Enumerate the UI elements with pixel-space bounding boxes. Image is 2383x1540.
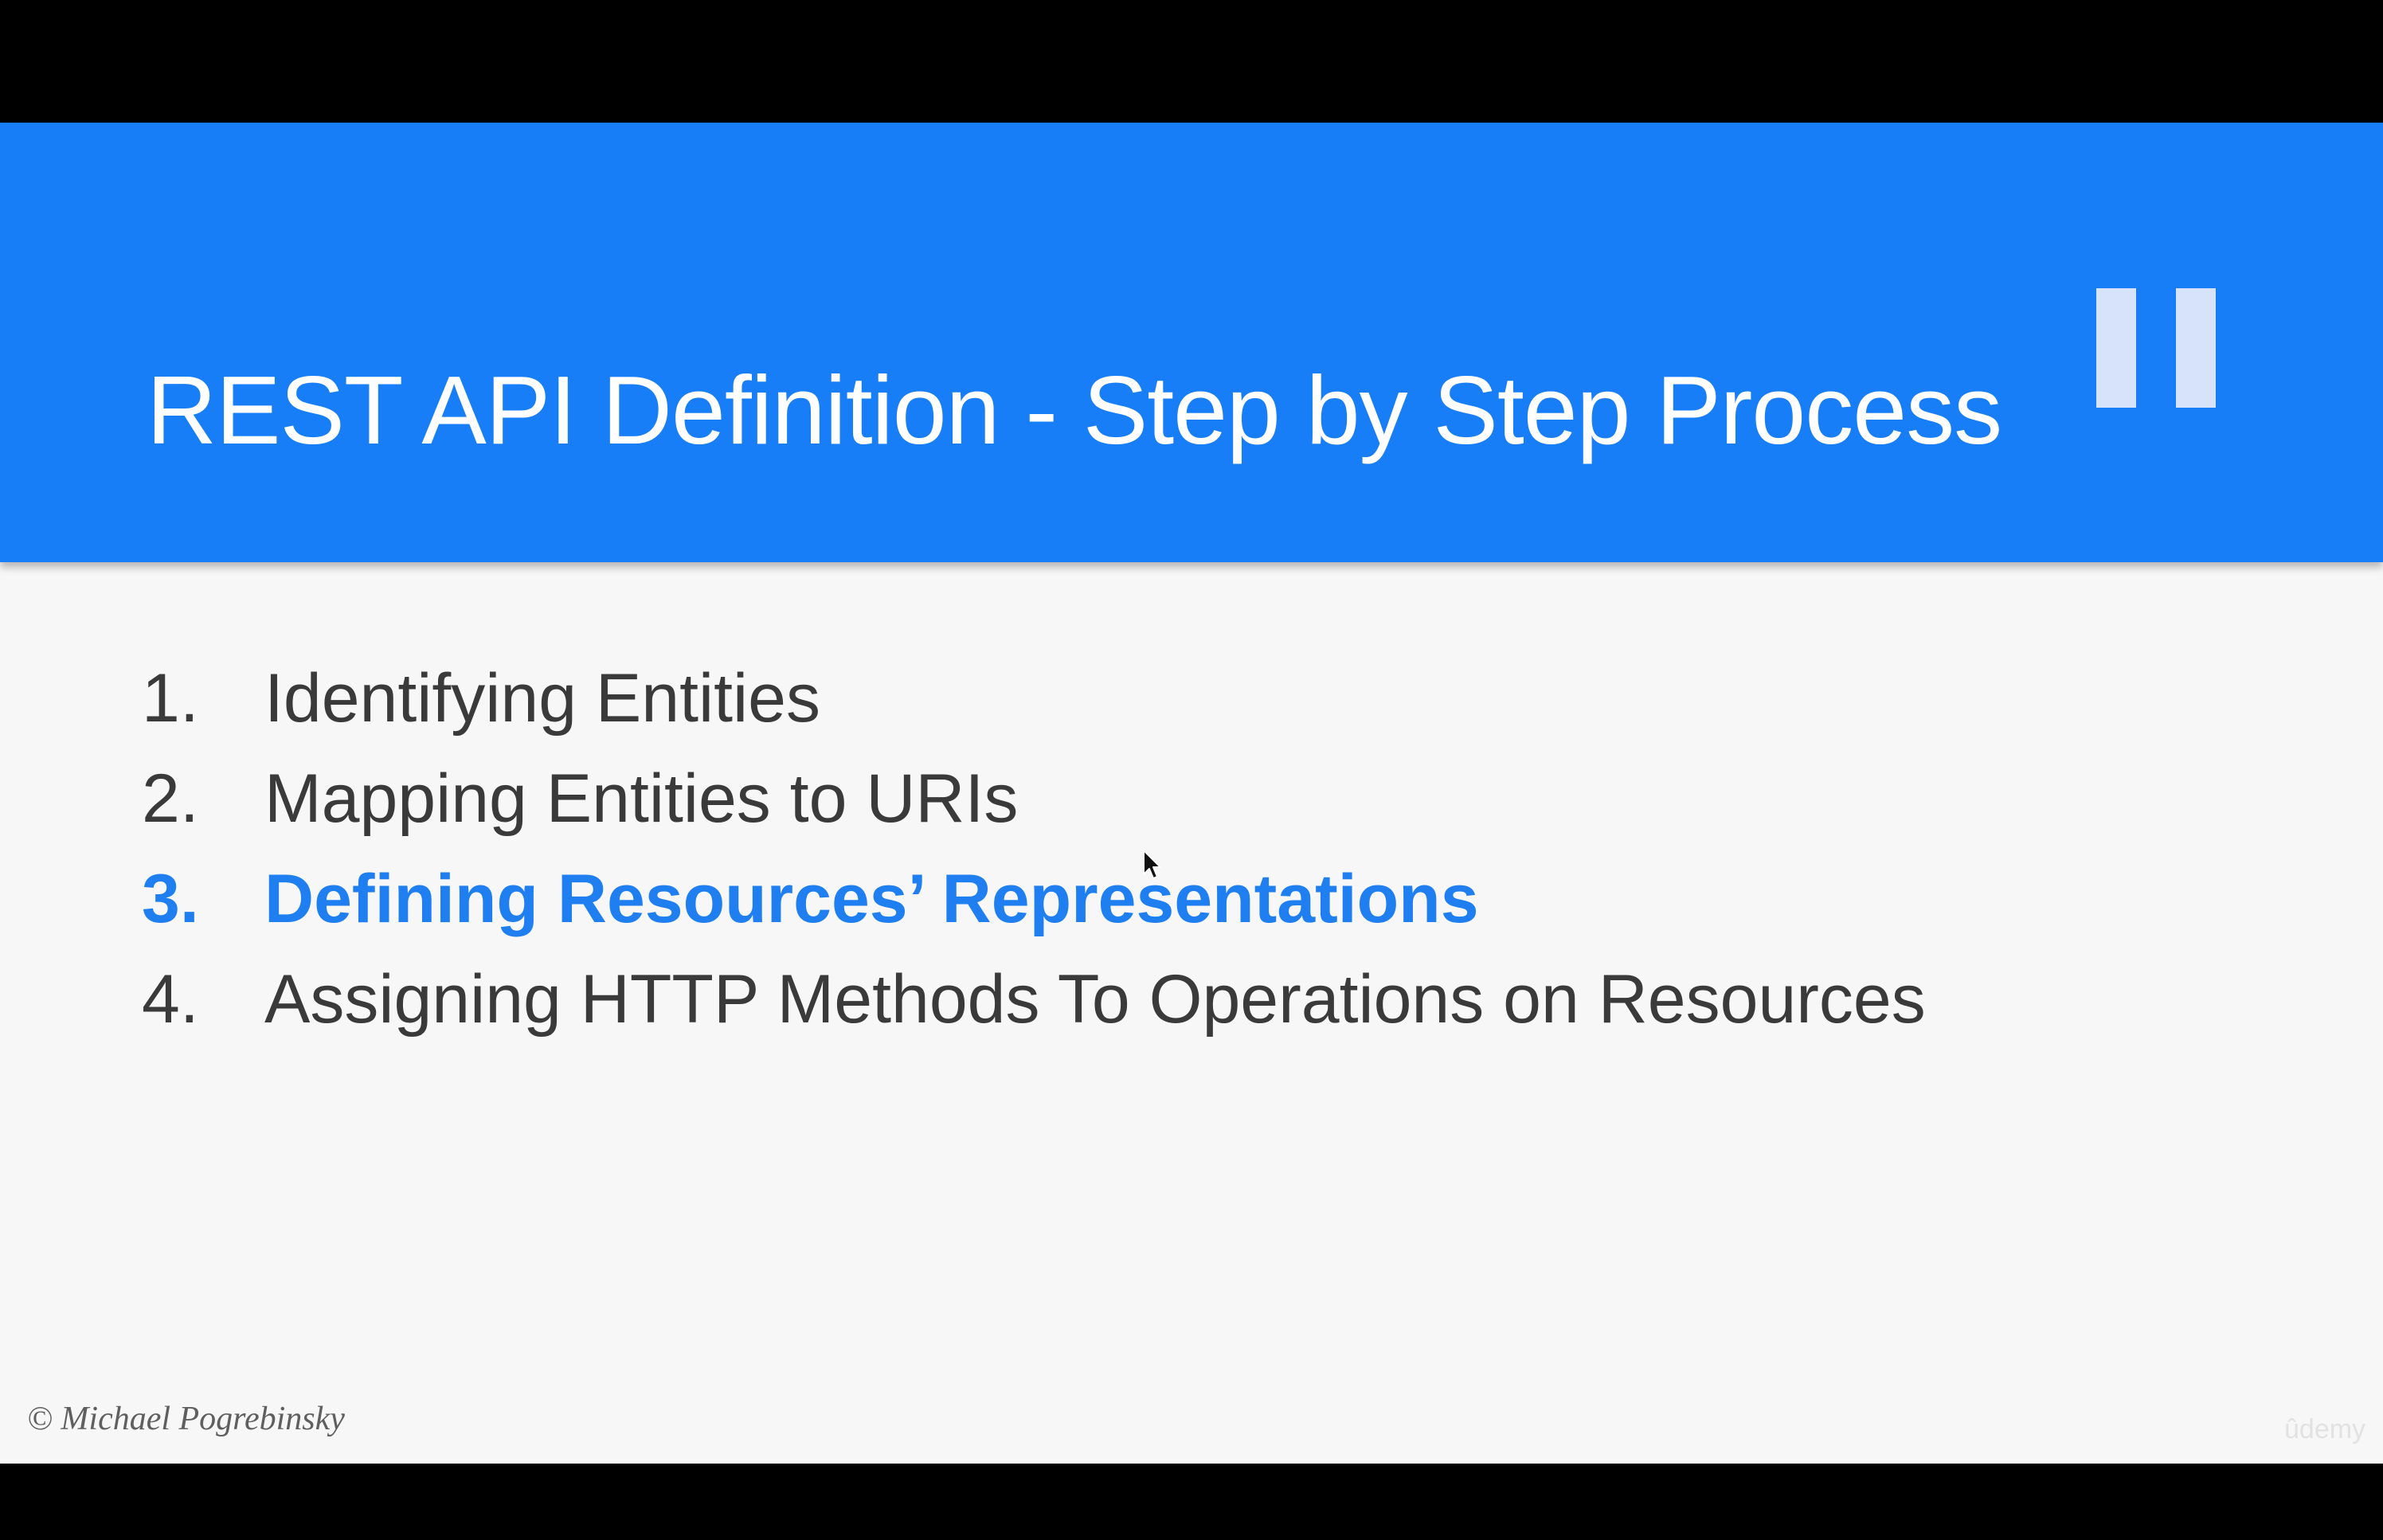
copyright-notice: © Michael Pogrebinsky (27, 1401, 345, 1437)
step-number: 3. (142, 861, 199, 937)
video-slide[interactable]: REST API Definition - Step by Step Proce… (0, 123, 2383, 1464)
step-number: 2. (142, 760, 199, 837)
step-number: 4. (142, 961, 199, 1038)
pause-bar-left (2096, 288, 2136, 408)
step-label: Identifying Entities (264, 660, 820, 737)
mouse-pointer-icon (1143, 850, 1161, 879)
pause-bar-right (2176, 288, 2216, 408)
udemy-watermark: ûdemy (2284, 1414, 2366, 1444)
step-number: 1. (142, 660, 199, 737)
pause-icon[interactable] (2096, 288, 2216, 408)
step-label: Defining Resources’ Representations (264, 861, 1479, 937)
slide-title: REST API Definition - Step by Step Proce… (147, 356, 2002, 464)
step-label: Mapping Entities to URIs (264, 760, 1019, 837)
slide-header: REST API Definition - Step by Step Proce… (0, 123, 2383, 562)
step-label: Assigning HTTP Methods To Operations on … (264, 961, 1926, 1038)
letterbox-bottom (0, 1464, 2383, 1540)
letterbox-top (0, 0, 2383, 123)
